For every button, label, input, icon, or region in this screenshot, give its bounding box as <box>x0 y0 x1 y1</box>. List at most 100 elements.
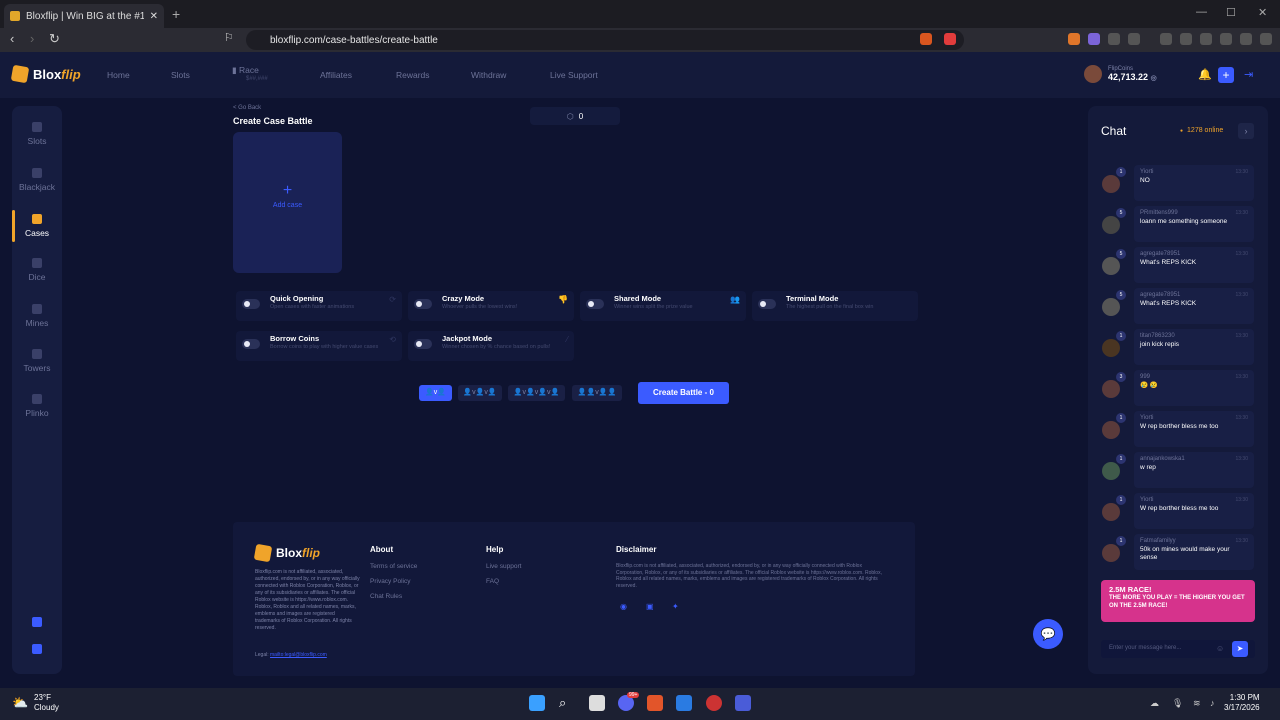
collapse-chat-button[interactable]: › <box>1238 123 1254 139</box>
team-1v1v1-button[interactable]: 👤v👤v👤 <box>458 385 502 401</box>
sidebar-item-mines[interactable]: Mines <box>12 304 62 328</box>
avatar[interactable] <box>1102 462 1120 480</box>
sidebar-item-slots[interactable]: Slots <box>12 122 62 146</box>
close-window-icon[interactable]: ✕ <box>1258 6 1267 19</box>
sidebar-item-plinko[interactable]: Plinko <box>12 394 62 418</box>
music-icon[interactable] <box>1160 33 1172 45</box>
nav-live-support[interactable]: Live Support <box>550 70 598 80</box>
extension-icon[interactable] <box>1088 33 1100 45</box>
jackpot-mode-toggle[interactable] <box>414 339 432 349</box>
sidebar-item-towers[interactable]: Towers <box>12 349 62 373</box>
mode-jackpot[interactable]: Jackpot Mode Winner chosen by % chance ba… <box>408 331 574 361</box>
avatar[interactable] <box>1102 339 1120 357</box>
footer-link-chat-rules[interactable]: Chat Rules <box>370 593 402 600</box>
bloxflip-logo[interactable]: Blox flip <box>10 64 81 84</box>
chat-username[interactable]: Yiorti <box>1140 415 1248 421</box>
sidebar-item-blackjack[interactable]: Blackjack <box>12 168 62 192</box>
discord-icon[interactable]: ◉ <box>620 602 627 611</box>
back-icon[interactable]: ‹ <box>10 31 14 46</box>
sidebar-item-cases[interactable]: Cases <box>12 214 62 238</box>
reload-icon[interactable]: ↻ <box>49 31 60 47</box>
puzzle-icon[interactable] <box>1108 33 1120 45</box>
avatar[interactable] <box>1102 503 1120 521</box>
footer-link-live-support[interactable]: Live support <box>486 563 521 570</box>
chat-bubble-button[interactable]: 💬 <box>1033 619 1063 649</box>
close-tab-icon[interactable]: ✕ <box>150 11 158 22</box>
address-bar[interactable]: bloxflip.com/case-battles/create-battle <box>246 30 964 50</box>
weather-icon[interactable]: ⛅ <box>12 695 28 711</box>
team-1v1-button[interactable]: 👤v👤 <box>419 385 452 401</box>
chat-username[interactable]: titan7863230 <box>1140 333 1248 339</box>
app-taskbar-icon[interactable] <box>735 695 751 711</box>
mode-quick-opening[interactable]: Quick Opening Open cases with faster anim… <box>236 291 402 321</box>
chat-username[interactable]: agregate78951 <box>1140 292 1248 298</box>
chat-username[interactable]: 999 <box>1140 374 1248 380</box>
leo-icon[interactable] <box>1220 33 1232 45</box>
deposit-button[interactable]: + <box>1218 67 1234 83</box>
bookmark-icon[interactable]: ⚐ <box>224 31 234 44</box>
footer-link-privacy[interactable]: Privacy Policy <box>370 578 410 585</box>
mode-borrow-coins[interactable]: Borrow Coins Borrow coins to play with hi… <box>236 331 402 361</box>
avatar[interactable] <box>1102 298 1120 316</box>
new-tab-button[interactable]: + <box>172 6 180 22</box>
team-2v2-button[interactable]: 👤👤v👤👤 <box>572 385 622 401</box>
avatar[interactable] <box>1102 175 1120 193</box>
chat-username[interactable]: Yiorti <box>1140 497 1248 503</box>
nav-withdraw[interactable]: Withdraw <box>471 70 506 80</box>
logout-icon[interactable]: ⇥ <box>1244 68 1253 81</box>
user-avatar[interactable] <box>1084 65 1102 83</box>
chat-username[interactable]: agregate78951 <box>1140 251 1248 257</box>
nav-slots[interactable]: Slots <box>171 70 190 80</box>
menu-icon[interactable] <box>1260 33 1272 45</box>
shield-icon[interactable] <box>12 617 62 631</box>
avatar[interactable] <box>1102 380 1120 398</box>
nav-affiliates[interactable]: Affiliates <box>320 70 352 80</box>
avatar[interactable] <box>1102 544 1120 562</box>
browser-tab[interactable]: Bloxflip | Win BIG at the #1 gam ✕ <box>4 4 164 28</box>
maximize-icon[interactable]: ☐ <box>1226 6 1236 19</box>
terminal-mode-toggle[interactable] <box>758 299 776 309</box>
add-case-button[interactable]: + Add case <box>233 132 342 273</box>
go-back-link[interactable]: < Go Back <box>233 105 261 111</box>
chat-username[interactable]: Yiorti <box>1140 169 1248 175</box>
mode-crazy[interactable]: Crazy Mode Whoever pulls the lowest wins!… <box>408 291 574 321</box>
shield-taskbar-icon[interactable] <box>676 695 692 711</box>
chat-username[interactable]: annajankowska1 <box>1140 456 1248 462</box>
twitch-icon[interactable]: ▣ <box>646 602 654 611</box>
brave-shield-icon[interactable] <box>920 33 932 45</box>
mode-terminal[interactable]: Terminal Mode The highest pull on the fin… <box>752 291 918 321</box>
wifi-icon[interactable]: ≋ <box>1193 698 1201 709</box>
mic-icon[interactable]: 🎙 <box>1172 698 1183 709</box>
shared-mode-toggle[interactable] <box>586 299 604 309</box>
brave-taskbar-icon[interactable] <box>647 695 663 711</box>
avatar[interactable] <box>1102 216 1120 234</box>
system-clock[interactable]: 1:30 PM 3/17/2026 <box>1224 693 1260 713</box>
nav-home[interactable]: Home <box>107 70 130 80</box>
footer-link-faq[interactable]: FAQ <box>486 578 499 585</box>
chat-username[interactable]: Fatmafamilyy <box>1140 538 1248 544</box>
app-taskbar-icon[interactable] <box>706 695 722 711</box>
bell-icon[interactable]: 🔔 <box>1198 68 1212 81</box>
twitter-icon[interactable]: ✦ <box>672 602 679 611</box>
extension-icon[interactable] <box>1068 33 1080 45</box>
send-button[interactable]: ➤ <box>1232 641 1248 657</box>
weather-widget[interactable]: 23°F Cloudy <box>34 693 59 713</box>
nav-rewards[interactable]: Rewards <box>396 70 430 80</box>
vpn-icon[interactable] <box>1240 33 1252 45</box>
start-icon[interactable] <box>529 695 545 711</box>
legal-email-link[interactable]: mailto:legal@bloxflip.com <box>270 652 327 658</box>
borrow-coins-toggle[interactable] <box>242 339 260 349</box>
network-icon[interactable]: ☁ <box>1150 698 1159 709</box>
file-explorer-icon[interactable] <box>589 695 605 711</box>
create-battle-button[interactable]: Create Battle - 0 <box>638 382 729 404</box>
wallet-icon[interactable] <box>1200 33 1212 45</box>
nav-race[interactable]: ▮ Race $##,### <box>232 66 268 84</box>
mode-shared[interactable]: Shared Mode Winner wins split the prize v… <box>580 291 746 321</box>
search-icon[interactable]: ⌕ <box>559 695 575 711</box>
quick-opening-toggle[interactable] <box>242 299 260 309</box>
team-1v1v1v1-button[interactable]: 👤v👤v👤v👤 <box>508 385 565 401</box>
chat-username[interactable]: PRmittens999 <box>1140 210 1248 216</box>
avatar[interactable] <box>1102 257 1120 275</box>
coin-balance[interactable]: FlipCoins 42,713.22 ◎ <box>1084 65 1157 83</box>
sidebar-icon[interactable] <box>1180 33 1192 45</box>
